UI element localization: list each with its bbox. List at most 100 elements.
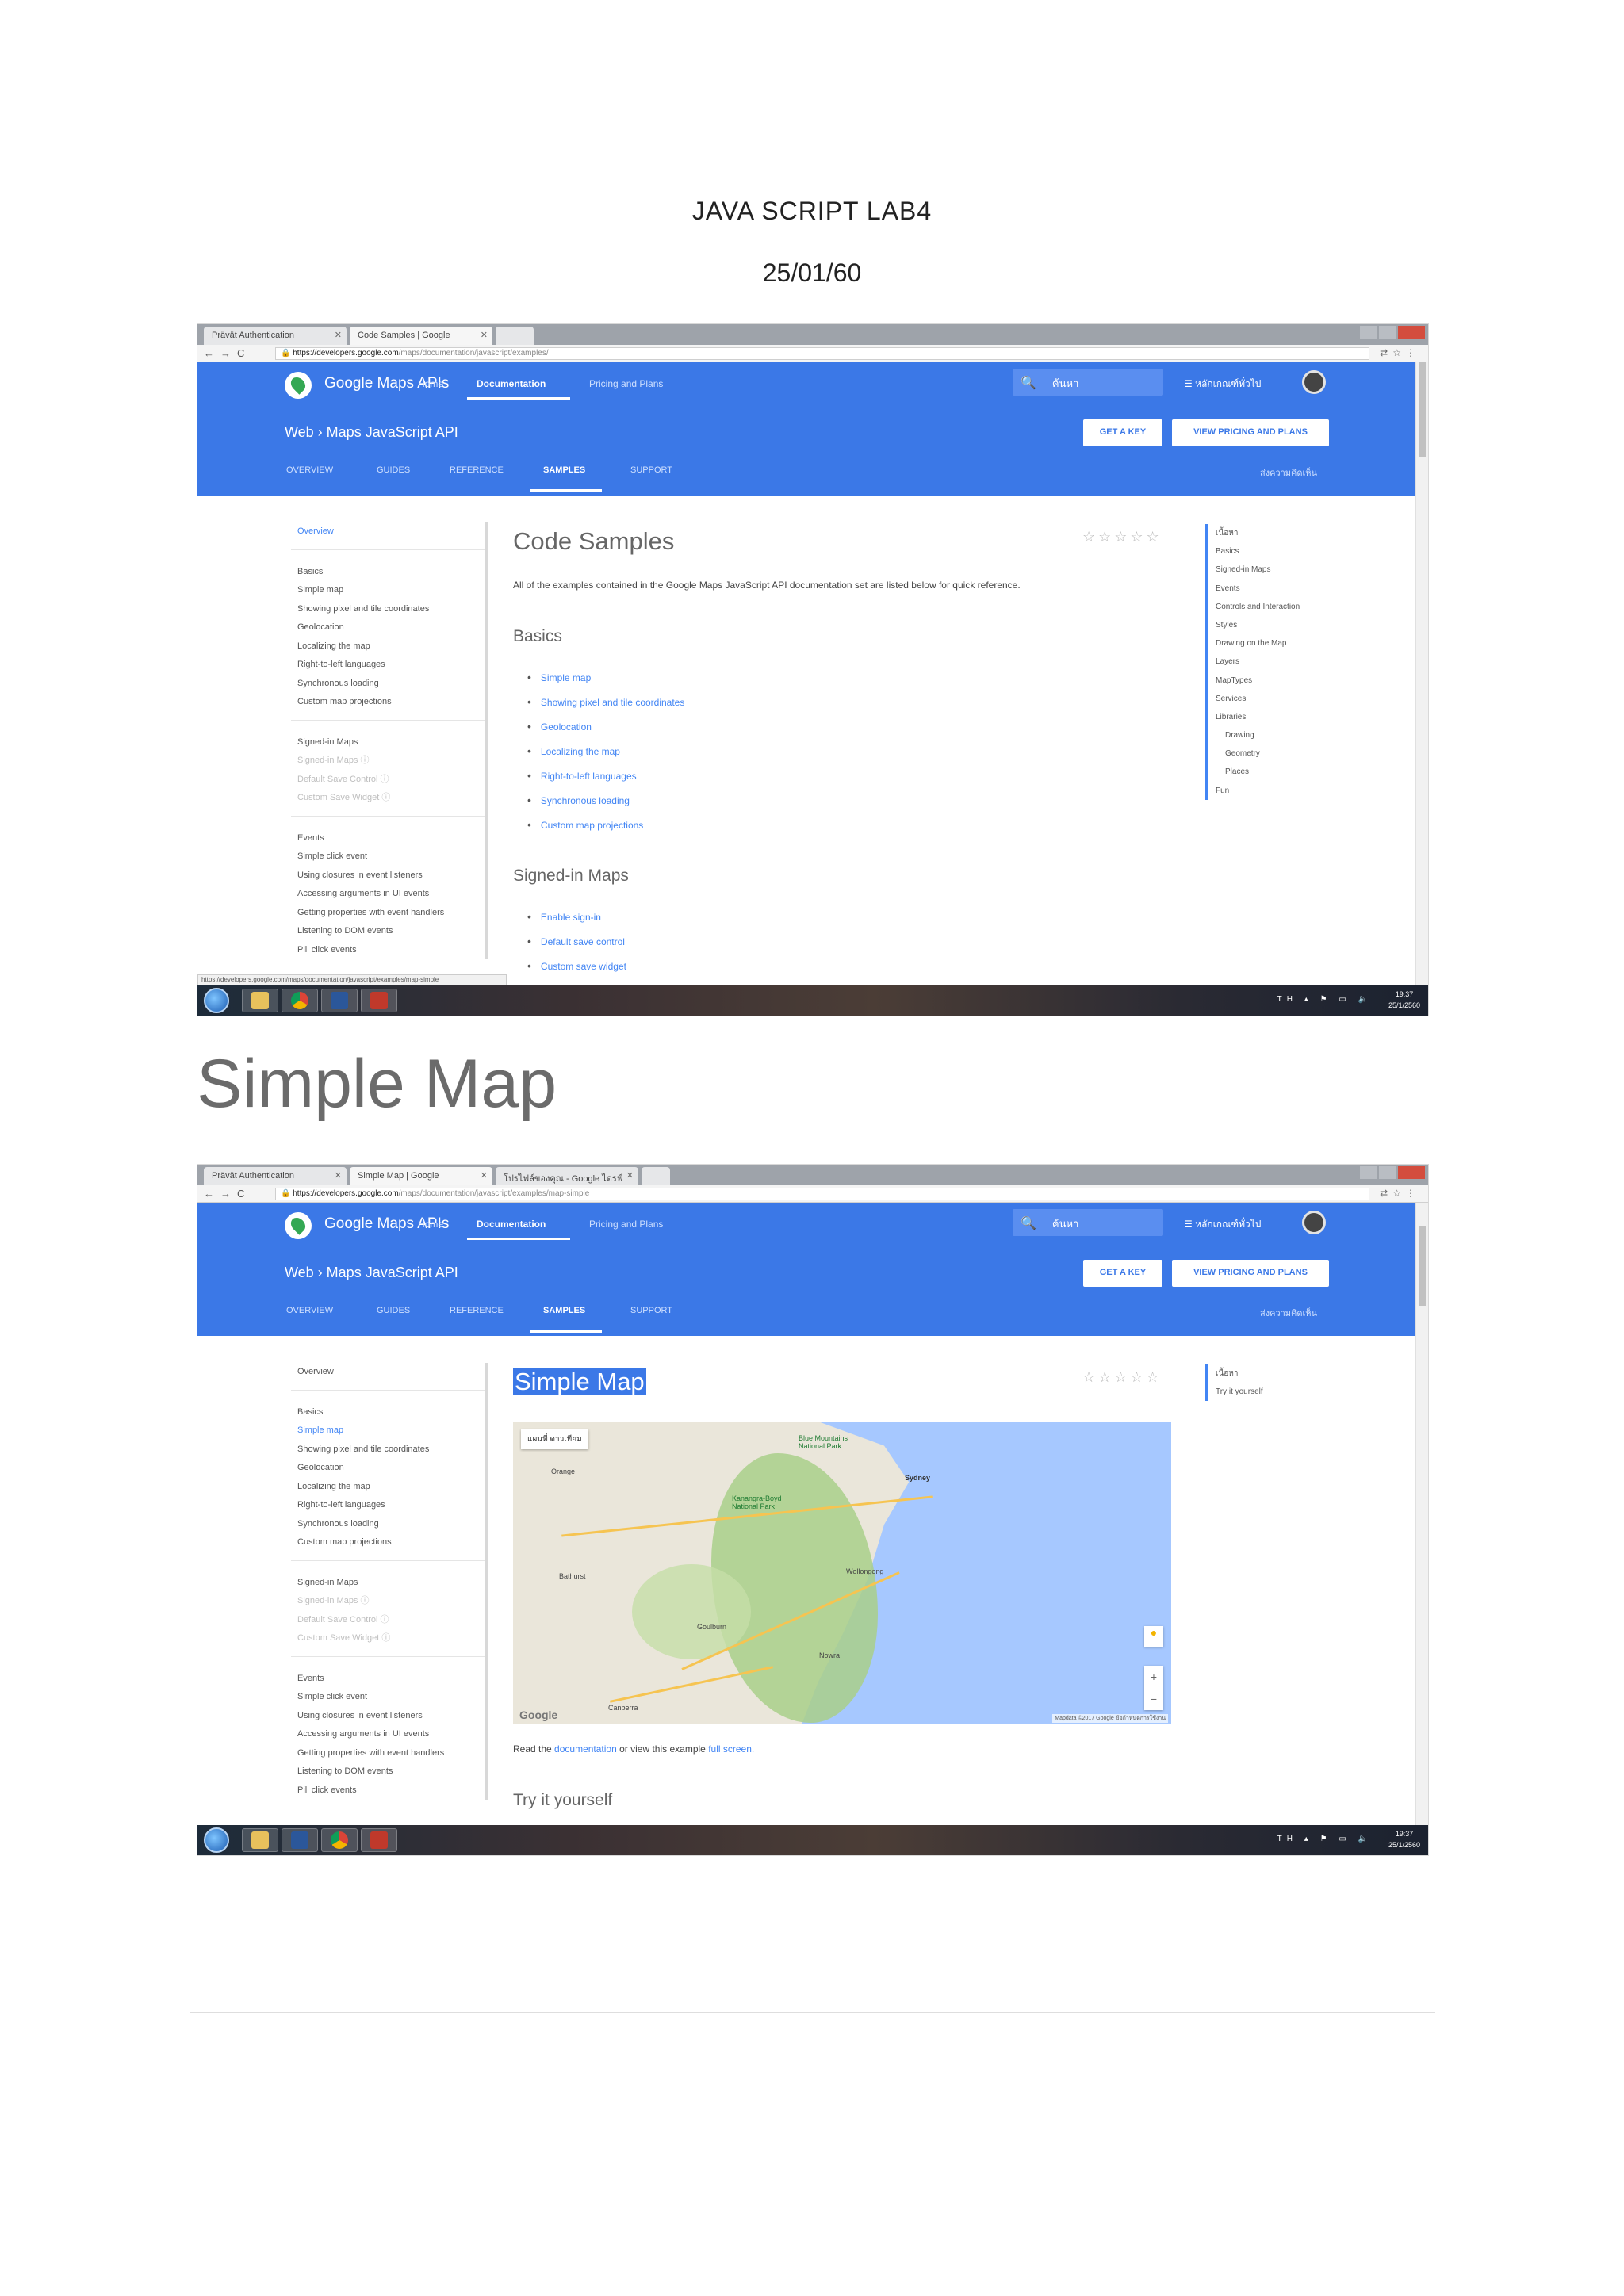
get-key-button[interactable]: GET A KEY bbox=[1083, 1260, 1162, 1287]
browser-tab[interactable]: Prävät Authentication ✕ bbox=[204, 327, 347, 345]
full-screen-link[interactable]: full screen. bbox=[708, 1743, 754, 1755]
map-attribution[interactable]: Mapdata ©2017 Google ข้อกำหนดการใช้งาน bbox=[1052, 1714, 1168, 1723]
list-item[interactable]: Enable sign-in bbox=[527, 905, 626, 929]
list-item[interactable]: Synchronous loading bbox=[527, 788, 684, 813]
reload-icon[interactable]: C bbox=[237, 1188, 251, 1200]
left-nav-item[interactable]: Showing pixel and tile coordinates bbox=[291, 600, 485, 619]
left-nav-item[interactable]: Basics bbox=[291, 1403, 485, 1422]
star-icon[interactable]: ☆ bbox=[1392, 347, 1406, 358]
left-nav-item[interactable]: Localizing the map bbox=[291, 637, 485, 656]
close-icon[interactable]: ✕ bbox=[481, 330, 488, 340]
url-field[interactable]: 🔒 https://developers.google.com/maps/doc… bbox=[275, 347, 1369, 360]
toc-item[interactable]: เนื้อหา bbox=[1216, 524, 1300, 542]
close-icon[interactable]: ✕ bbox=[335, 330, 342, 340]
taskbar-explorer[interactable] bbox=[242, 1828, 278, 1852]
back-icon[interactable]: ← bbox=[204, 347, 220, 359]
url-field[interactable]: 🔒 https://developers.google.com/maps/doc… bbox=[275, 1188, 1369, 1200]
map-view[interactable]: แผนที่ ดาวเทียม Sydney Wollongong Goulbu… bbox=[513, 1422, 1171, 1724]
left-nav-item[interactable]: Simple map bbox=[291, 581, 485, 600]
toc-item[interactable]: Drawing on the Map bbox=[1216, 634, 1300, 652]
toc-item[interactable]: Services bbox=[1216, 690, 1300, 708]
left-nav-item[interactable]: Listening to DOM events bbox=[291, 922, 485, 941]
clock[interactable]: 19:37 25/1/2560 bbox=[1388, 1828, 1420, 1850]
left-nav-item[interactable]: Signed-in Maps bbox=[291, 733, 485, 752]
search-input[interactable]: 🔍 ค้นหา bbox=[1013, 369, 1163, 396]
browser-tab-active[interactable]: Simple Map | Google ✕ bbox=[350, 1167, 492, 1185]
maximize-icon[interactable] bbox=[1379, 1166, 1396, 1179]
left-nav-item[interactable]: Showing pixel and tile coordinates bbox=[291, 1441, 485, 1460]
list-item[interactable]: Right-to-left languages bbox=[527, 763, 684, 788]
nav-documentation[interactable]: Documentation bbox=[477, 378, 546, 389]
feedback-link[interactable]: ส่งความคิดเห็น bbox=[1260, 465, 1317, 480]
breadcrumb[interactable]: Web › Maps JavaScript API bbox=[285, 1265, 458, 1281]
list-item[interactable]: Simple map bbox=[527, 665, 684, 690]
toc-item[interactable]: Places bbox=[1216, 763, 1300, 781]
avatar[interactable] bbox=[1302, 370, 1326, 394]
left-nav-item[interactable]: Custom map projections bbox=[291, 1533, 485, 1552]
list-item[interactable]: Localizing the map bbox=[527, 739, 684, 763]
start-button-icon[interactable] bbox=[204, 1827, 229, 1853]
language-menu[interactable]: ☰ หลักเกณฑ์ทั่วไป bbox=[1184, 1217, 1261, 1232]
list-item[interactable]: Default save control bbox=[527, 929, 626, 954]
left-nav-item[interactable]: Pill click events bbox=[291, 941, 485, 960]
nav-home[interactable]: Home bbox=[418, 1219, 443, 1230]
left-nav-item[interactable]: Localizing the map bbox=[291, 1478, 485, 1497]
toc-item[interactable]: Geometry bbox=[1216, 744, 1300, 763]
nav-pricing[interactable]: Pricing and Plans bbox=[589, 378, 663, 389]
tab-guides[interactable]: GUIDES bbox=[377, 465, 410, 475]
scrollbar-thumb[interactable] bbox=[1419, 1226, 1426, 1306]
scrollbar-thumb[interactable] bbox=[1419, 362, 1426, 457]
rating-stars[interactable]: ☆☆☆☆☆ bbox=[1082, 1369, 1162, 1386]
list-item[interactable]: Geolocation bbox=[527, 714, 684, 739]
taskbar-paint[interactable] bbox=[361, 1828, 397, 1852]
translate-icon[interactable]: ⇄ bbox=[1380, 1188, 1392, 1199]
left-nav-item[interactable]: Listening to DOM events bbox=[291, 1762, 485, 1781]
browser-tab[interactable]: Prävät Authentication ✕ bbox=[204, 1167, 347, 1185]
tab-support[interactable]: SUPPORT bbox=[630, 465, 672, 475]
left-nav-item[interactable]: Events bbox=[291, 829, 485, 848]
street-view-pegman-icon[interactable]: ● bbox=[1144, 1626, 1163, 1647]
nav-documentation[interactable]: Documentation bbox=[477, 1219, 546, 1230]
toc-item[interactable]: Libraries bbox=[1216, 708, 1300, 726]
left-nav-item[interactable]: Custom map projections bbox=[291, 693, 485, 712]
zoom-in-button[interactable]: + bbox=[1144, 1666, 1163, 1688]
back-icon[interactable]: ← bbox=[204, 1188, 220, 1200]
star-icon[interactable]: ☆ bbox=[1392, 1188, 1406, 1199]
zoom-out-button[interactable]: − bbox=[1144, 1688, 1163, 1710]
left-nav-item[interactable]: Simple click event bbox=[291, 848, 485, 867]
left-nav-item[interactable]: Pill click events bbox=[291, 1781, 485, 1800]
browser-tab[interactable]: โปรไฟล์ของคุณ - Google ไดรฟ์ ✕ bbox=[496, 1167, 638, 1185]
left-nav-item[interactable]: Signed-in Maps ⓘ bbox=[291, 752, 485, 771]
list-item[interactable]: Custom map projections bbox=[527, 813, 684, 837]
view-plans-button[interactable]: VIEW PRICING AND PLANS bbox=[1172, 419, 1329, 446]
forward-icon[interactable]: → bbox=[220, 1188, 237, 1200]
left-nav-item[interactable]: Getting properties with event handlers bbox=[291, 904, 485, 923]
left-nav-item[interactable]: Using closures in event listeners bbox=[291, 867, 485, 886]
left-nav-item[interactable]: Signed-in Maps bbox=[291, 1574, 485, 1593]
toc-item[interactable]: เนื้อหา bbox=[1216, 1364, 1263, 1383]
minimize-icon[interactable] bbox=[1360, 326, 1377, 339]
left-nav-item[interactable]: Geolocation bbox=[291, 1459, 485, 1478]
left-nav-item[interactable]: Overview bbox=[291, 1363, 485, 1382]
list-item[interactable]: Custom save widget bbox=[527, 954, 626, 978]
minimize-icon[interactable] bbox=[1360, 1166, 1377, 1179]
taskbar-chrome[interactable] bbox=[282, 989, 318, 1012]
forward-icon[interactable]: → bbox=[220, 347, 237, 359]
tab-guides[interactable]: GUIDES bbox=[377, 1306, 410, 1315]
new-tab-button[interactable] bbox=[642, 1167, 670, 1185]
get-key-button[interactable]: GET A KEY bbox=[1083, 419, 1162, 446]
tab-overview[interactable]: OVERVIEW bbox=[286, 1306, 333, 1315]
toc-item[interactable]: Signed-in Maps bbox=[1216, 561, 1300, 579]
toc-item[interactable]: MapTypes bbox=[1216, 672, 1300, 690]
left-nav-item[interactable]: Accessing arguments in UI events bbox=[291, 885, 485, 904]
tab-samples[interactable]: SAMPLES bbox=[543, 465, 585, 475]
toc-item[interactable]: Styles bbox=[1216, 616, 1300, 634]
taskbar-paint[interactable] bbox=[361, 989, 397, 1012]
left-nav-item[interactable]: Events bbox=[291, 1670, 485, 1689]
left-nav-item[interactable]: Right-to-left languages bbox=[291, 1496, 485, 1515]
left-nav-item[interactable]: Signed-in Maps ⓘ bbox=[291, 1592, 485, 1611]
left-nav-item[interactable]: Overview bbox=[291, 522, 485, 541]
google-logo[interactable]: Google bbox=[519, 1709, 557, 1721]
left-nav-item[interactable]: Default Save Control ⓘ bbox=[291, 771, 485, 790]
start-button-icon[interactable] bbox=[204, 988, 229, 1013]
